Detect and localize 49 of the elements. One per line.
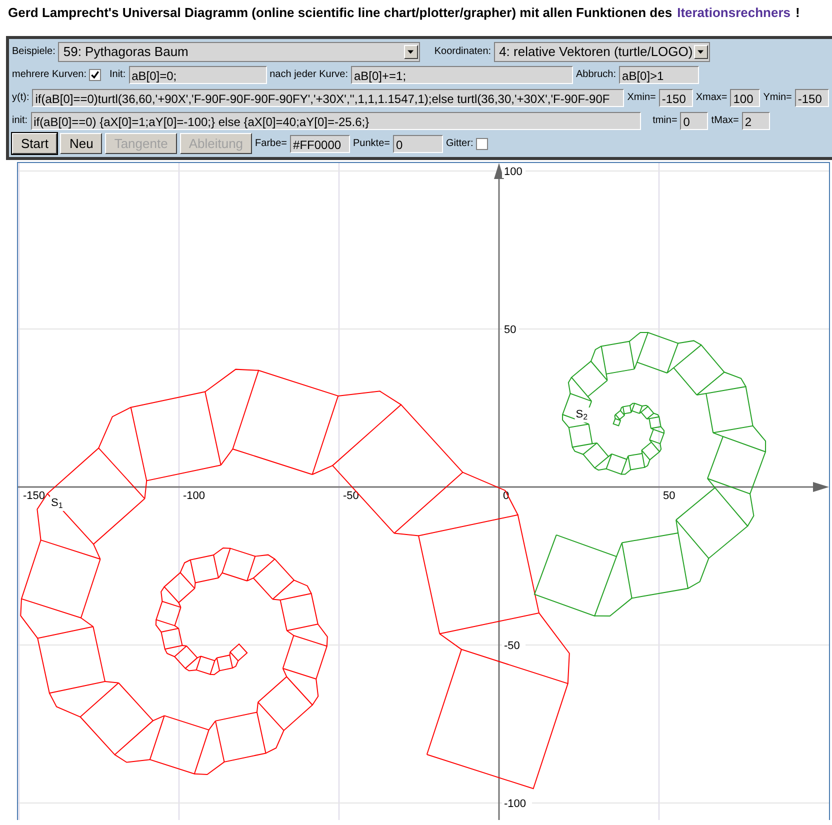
input-field[interactable]: 0 (393, 134, 443, 152)
field-label: Xmax= (696, 92, 728, 103)
field-label: nach jeder Kurve: (270, 69, 348, 80)
input-field[interactable]: 0 (680, 112, 708, 130)
field-label: Init: (109, 69, 126, 80)
field-label: mehrere Kurven: (12, 69, 86, 80)
field-label: Punkte= (353, 138, 390, 149)
input-field[interactable]: 2 (742, 112, 770, 130)
field-label: Koordinaten: (434, 46, 492, 57)
curve-label: S$_{2}$ (576, 408, 588, 422)
tick-label: -50 (343, 490, 359, 502)
tick-label: 50 (504, 324, 516, 336)
tick-label: 100 (504, 166, 522, 178)
tick-label: -150 (23, 490, 46, 502)
input-field[interactable]: -150 (794, 88, 829, 106)
caret-icon (404, 44, 418, 58)
input-field[interactable]: if(aB[0]==0)turtl(36,60,'+90X','F-90F-90F-90F-90FY','+30X','',1,1,1.1547,1);else turtl(36,30,'+30X','F-90F-90F (32, 88, 624, 106)
tick-label: -50 (504, 640, 520, 652)
input-field[interactable]: if(aB[0]==0) {aX[0]=1;aY[0]=-100;} else {aX[0]=40;aY[0]=-25.6;} (30, 112, 641, 130)
field-label: init: (12, 115, 28, 126)
input-field[interactable]: aB[0]+=1; (351, 66, 573, 84)
tick-label: 50 (663, 490, 676, 502)
input-field[interactable]: -150 (658, 88, 693, 106)
field-label: Ymin= (763, 92, 792, 103)
field-label: Gitter: (446, 138, 474, 149)
input-field[interactable]: #FF0000 (290, 134, 350, 152)
checkbox[interactable] (89, 68, 102, 80)
field-label: Abbruch: (576, 69, 616, 80)
checkbox[interactable] (476, 138, 488, 150)
input-field[interactable]: aB[0]>1 (619, 66, 700, 84)
input-field[interactable]: aB[0]=0; (128, 66, 267, 84)
curve-label: S$_{1}$ (51, 496, 63, 510)
field-label: Xmin= (627, 92, 656, 103)
dropdown[interactable]: 4: relative Vektoren (turtle/LOGO) (494, 42, 710, 62)
field-label: Farbe= (255, 138, 288, 149)
dropdown[interactable]: 59: Pythagoras Baum (58, 42, 420, 62)
link[interactable]: Iterationsrechners (677, 5, 791, 20)
tick-label: -100 (183, 490, 206, 502)
field-label: tMax= (711, 115, 739, 126)
form-button[interactable]: Neu (60, 133, 102, 154)
field-label: Beispiele: (12, 46, 56, 57)
input-field[interactable]: 100 (730, 88, 760, 106)
field-label: y(t): (12, 92, 30, 103)
exclamation-text: ! (796, 5, 800, 20)
tick-label: -100 (504, 798, 526, 810)
field-label: tmin= (652, 115, 678, 126)
page-title: Gerd Lamprecht's Universal Diagramm (online scientific line chart/plotter/grapher) mit allen Funktionen des (8, 5, 672, 20)
caret-icon (694, 44, 708, 58)
form-button[interactable]: Start (12, 133, 58, 154)
